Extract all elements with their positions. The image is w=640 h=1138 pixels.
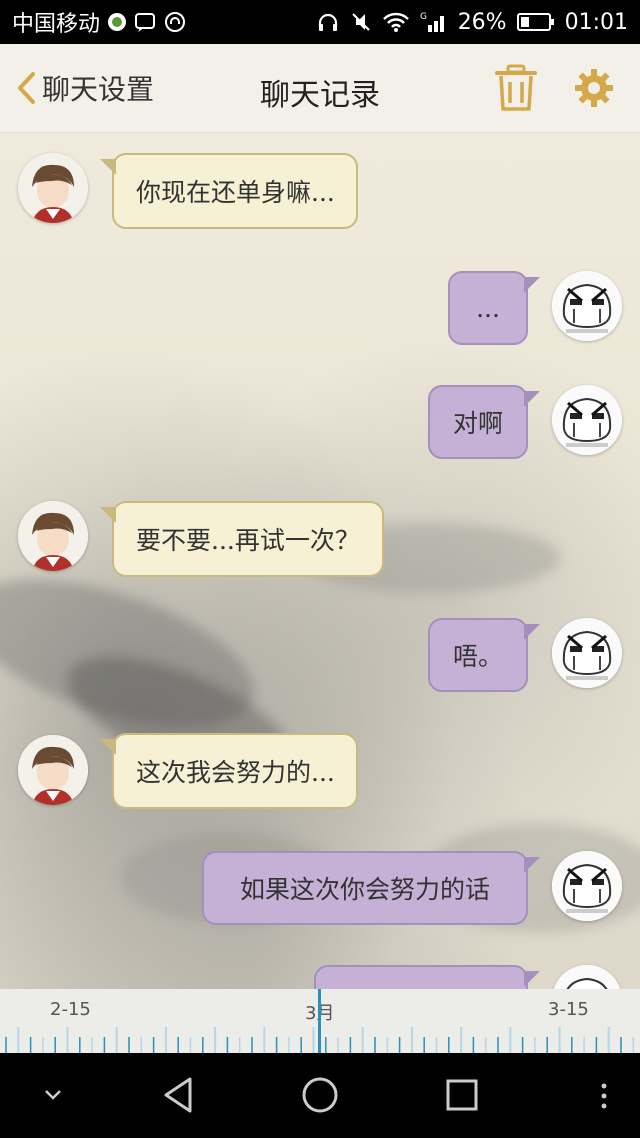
timeline-label: 2-15 — [50, 999, 91, 1020]
carrier-name: 中国移动 — [12, 12, 101, 37]
trash-icon[interactable] — [494, 64, 538, 116]
home-circle-icon[interactable] — [300, 1075, 340, 1119]
message-bubble-outgoing[interactable]: 如果这次你会努力的话 — [202, 851, 540, 925]
message-text: 这次我会努力的... — [136, 758, 335, 787]
my-avatar[interactable] — [552, 618, 622, 688]
battery-icon — [516, 12, 555, 32]
message-text: ... — [476, 293, 500, 323]
message-bubble-outgoing-partial[interactable] — [314, 965, 540, 989]
my-avatar[interactable] — [552, 965, 622, 989]
message-text: 要不要...再试一次？ — [136, 526, 360, 555]
back-triangle-icon[interactable] — [160, 1075, 196, 1119]
message-bubble-outgoing[interactable]: 对啊 — [428, 385, 540, 459]
message-text: 你现在还单身嘛... — [136, 178, 335, 207]
message-text: 唔。 — [452, 642, 503, 671]
message-bubble-incoming[interactable]: 这次我会努力的... — [100, 733, 358, 809]
message-text: 如果这次你会努力的话 — [239, 875, 490, 904]
gear-icon[interactable] — [574, 68, 614, 112]
chat-history[interactable]: 你现在还单身嘛... ... 对啊 要不要...再试一次？ 唔。 这次我会努力的… — [0, 133, 640, 989]
message-bubble-incoming[interactable]: 要不要...再试一次？ — [100, 501, 384, 577]
message-bubble-outgoing[interactable]: 唔。 — [428, 618, 540, 692]
headset-notify-icon — [164, 11, 186, 33]
my-avatar[interactable] — [552, 385, 622, 455]
date-timeline[interactable]: 2-15 3月 3-15 — [0, 989, 640, 1053]
more-dots-icon[interactable] — [596, 1081, 612, 1115]
message-icon — [134, 11, 158, 33]
contact-avatar[interactable] — [18, 501, 88, 571]
wifi-icon — [382, 11, 410, 33]
my-avatar[interactable] — [552, 851, 622, 921]
message-text: 对啊 — [452, 409, 503, 438]
svg-text:G: G — [420, 12, 427, 22]
headphones-icon — [316, 11, 340, 33]
signal-icon: G — [420, 11, 448, 33]
chevron-down-icon[interactable] — [38, 1083, 68, 1111]
contact-avatar[interactable] — [18, 153, 88, 223]
recents-square-icon[interactable] — [444, 1075, 480, 1119]
status-bar: 中国移动 G 26% 01:01 — [0, 0, 640, 44]
message-bubble-outgoing[interactable]: ... — [448, 271, 540, 345]
page-title: 聊天记录 — [260, 78, 380, 113]
contact-avatar[interactable] — [18, 735, 88, 805]
timeline-label: 3-15 — [548, 999, 589, 1020]
clock: 01:01 — [564, 9, 628, 35]
navigation-bar — [0, 1053, 640, 1138]
my-avatar[interactable] — [552, 271, 622, 341]
message-bubble-incoming[interactable]: 你现在还单身嘛... — [100, 153, 358, 229]
battery-percent: 26% — [457, 9, 507, 35]
chat-header: 聊天设置 聊天记录 — [0, 44, 640, 133]
app-notification-icon — [106, 11, 128, 33]
timeline-cursor[interactable] — [318, 989, 321, 1053]
silent-mode-icon — [350, 11, 372, 33]
